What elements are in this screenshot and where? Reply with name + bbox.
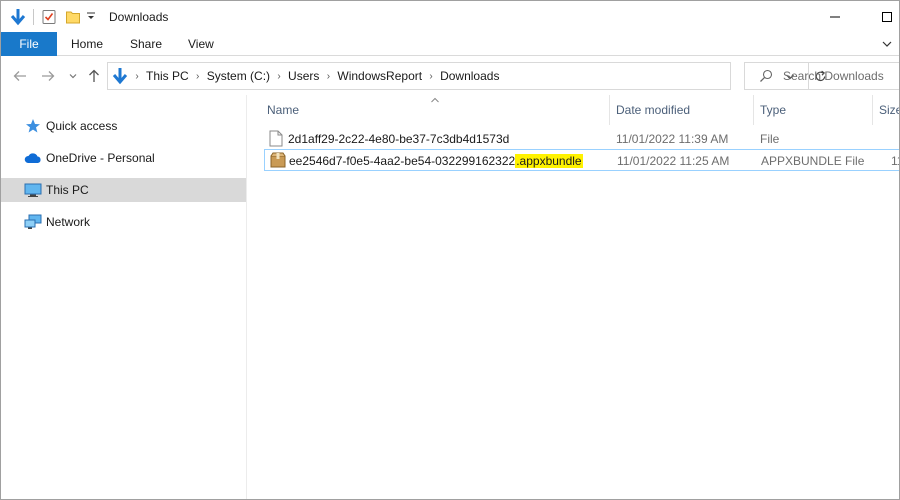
window-title: Downloads — [109, 10, 169, 24]
network-icon — [24, 213, 42, 231]
file-date-modified: 11/01/2022 11:25 AM — [617, 154, 730, 168]
nav-item-label: Network — [46, 215, 91, 229]
maximize-button[interactable] — [877, 7, 897, 27]
search-input[interactable] — [783, 69, 899, 83]
column-divider[interactable] — [753, 95, 754, 125]
column-header-date-modified[interactable]: Date modified — [616, 103, 690, 119]
search-icon — [759, 69, 773, 83]
new-folder-icon[interactable] — [64, 8, 82, 26]
file-type: File — [760, 132, 780, 146]
tab-file[interactable]: File — [1, 32, 57, 56]
breadcrumb-system-c[interactable]: System (C:) — [207, 69, 270, 83]
nav-item-quick-access[interactable]: Quick access — [1, 114, 246, 138]
ribbon-tabs: File Home Share View — [1, 32, 899, 56]
up-button[interactable] — [85, 67, 103, 85]
nav-item-label: OneDrive - Personal — [46, 151, 155, 165]
file-list: Name Date modified Type Size 2d1aff29-2c… — [248, 93, 899, 499]
breadcrumb-downloads[interactable]: Downloads — [440, 69, 499, 83]
tab-view[interactable]: View — [188, 32, 214, 56]
title-bar: Downloads — [1, 1, 899, 32]
monitor-icon — [24, 181, 42, 199]
toolbar-separator — [33, 9, 34, 25]
file-size: 11 — [891, 154, 899, 168]
breadcrumb-separator-icon[interactable]: › — [270, 71, 288, 82]
tab-home[interactable]: Home — [71, 32, 103, 56]
file-type: APPXBUNDLE File — [761, 154, 865, 168]
minimize-button[interactable] — [825, 7, 845, 27]
cloud-icon — [24, 149, 42, 167]
package-icon — [270, 152, 286, 169]
download-arrow-icon[interactable] — [9, 8, 27, 26]
downloads-location-icon — [112, 67, 128, 85]
column-header-name[interactable]: Name — [267, 103, 299, 119]
address-row: › This PC › System (C:) › Users › Window… — [1, 57, 899, 95]
recent-locations-chevron-icon[interactable] — [64, 67, 82, 85]
file-extension-highlight: .appxbundle — [515, 154, 583, 168]
table-row[interactable]: 2d1aff29-2c22-4e80-be37-7c3db4d1573d 11/… — [264, 128, 899, 150]
nav-item-this-pc[interactable]: This PC — [1, 178, 246, 202]
breadcrumb-this-pc[interactable]: This PC — [146, 69, 189, 83]
file-date-modified: 11/01/2022 11:39 AM — [616, 132, 729, 146]
forward-button[interactable] — [39, 67, 57, 85]
nav-item-network[interactable]: Network — [1, 210, 246, 234]
address-bar[interactable]: › This PC › System (C:) › Users › Window… — [107, 62, 826, 90]
breadcrumb-separator-icon[interactable]: › — [128, 71, 146, 82]
file-name: 2d1aff29-2c22-4e80-be37-7c3db4d1573d — [288, 132, 510, 146]
column-header-type[interactable]: Type — [760, 103, 786, 119]
breadcrumb-separator-icon[interactable]: › — [189, 71, 207, 82]
column-header-size[interactable]: Size — [879, 103, 899, 119]
search-box[interactable] — [744, 62, 899, 90]
nav-item-label: Quick access — [46, 119, 118, 133]
breadcrumb-separator-icon[interactable]: › — [319, 71, 337, 82]
nav-item-label: This PC — [46, 183, 89, 197]
expand-ribbon-chevron-icon[interactable] — [881, 38, 893, 53]
column-divider[interactable] — [609, 95, 610, 125]
sort-ascending-icon — [430, 93, 440, 107]
file-icon — [269, 130, 285, 147]
breadcrumb-separator-icon[interactable]: › — [422, 71, 440, 82]
explorer-window: Downloads File Home Share View › This PC… — [0, 0, 900, 500]
back-button[interactable] — [11, 67, 29, 85]
properties-icon[interactable] — [40, 8, 58, 26]
quick-access-toolbar — [9, 7, 96, 27]
breadcrumb-windowsreport[interactable]: WindowsReport — [337, 69, 422, 83]
tab-share[interactable]: Share — [130, 32, 162, 56]
column-divider[interactable] — [872, 95, 873, 125]
nav-item-onedrive[interactable]: OneDrive - Personal — [1, 146, 246, 170]
table-row-selected[interactable]: ee2546d7-f0e5-4aa2-be54-032299162322.app… — [264, 149, 899, 171]
star-icon — [24, 117, 42, 135]
navigation-pane: Quick access OneDrive - Personal This PC… — [1, 95, 247, 499]
customize-toolbar-dropdown-icon[interactable] — [86, 11, 96, 23]
breadcrumb-users[interactable]: Users — [288, 69, 319, 83]
file-name: ee2546d7-f0e5-4aa2-be54-032299162322.app… — [289, 154, 583, 168]
